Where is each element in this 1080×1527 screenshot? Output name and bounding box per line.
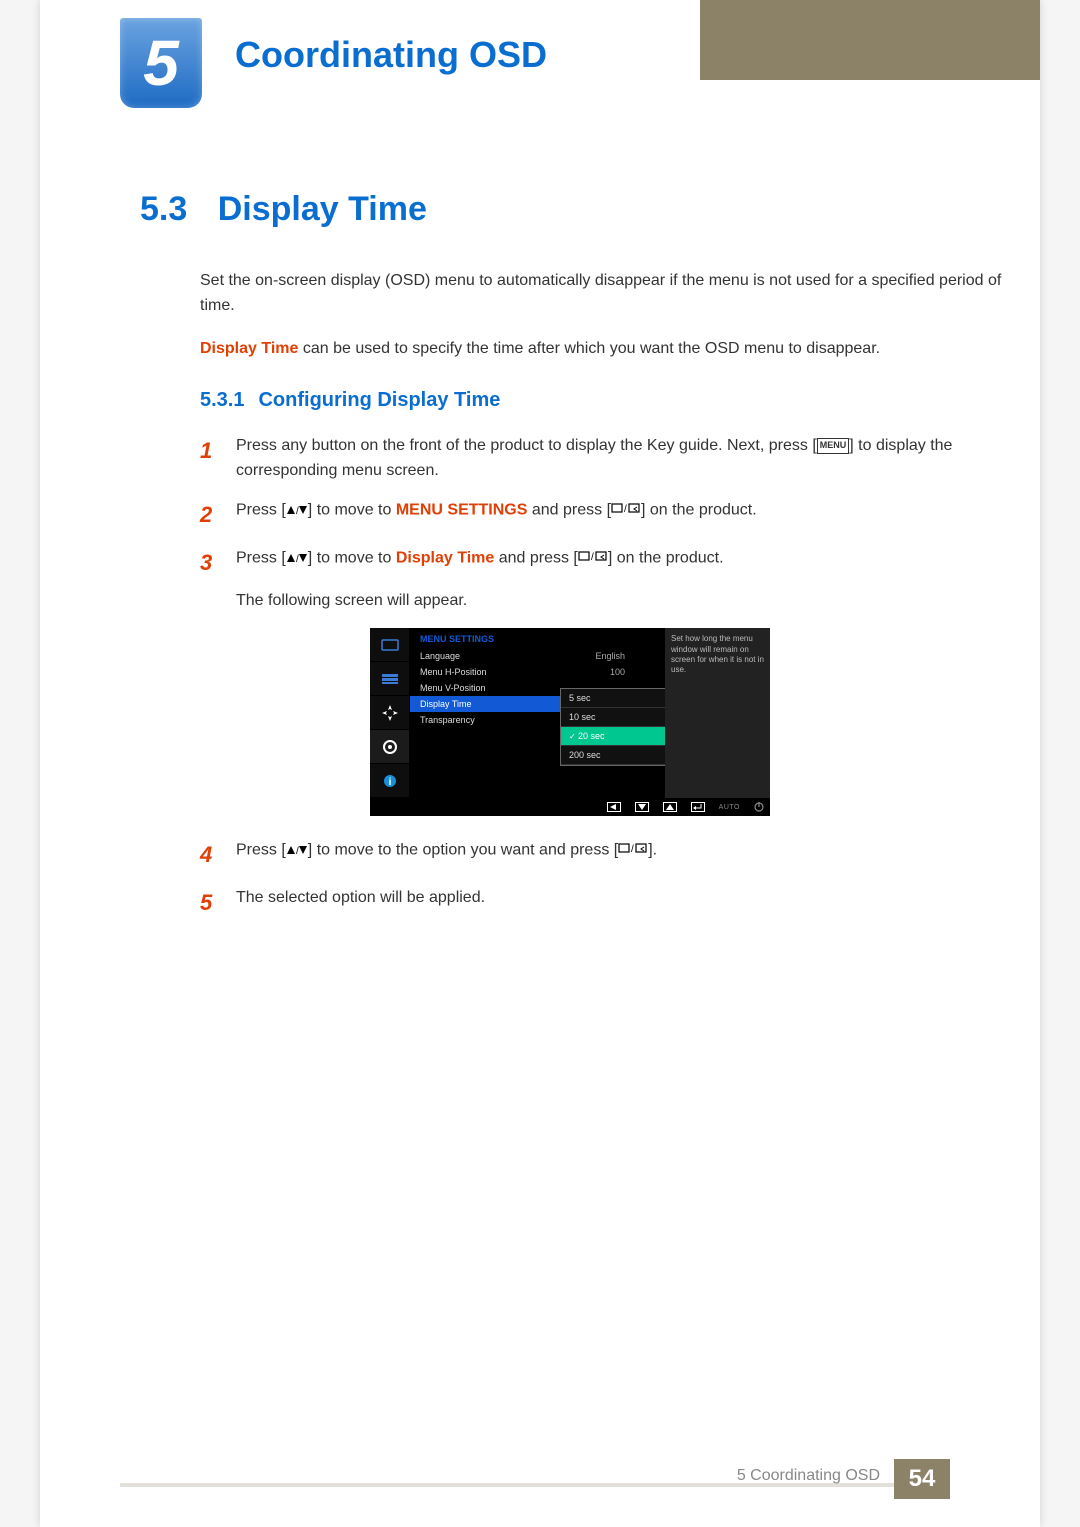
menu-settings-label: MENU SETTINGS bbox=[396, 502, 528, 519]
chapter-tab: 5 bbox=[120, 18, 202, 108]
chapter-title: Coordinating OSD bbox=[235, 34, 547, 76]
size-tab-icon bbox=[370, 696, 409, 730]
page-number: 54 bbox=[894, 1459, 950, 1499]
osd-option-200sec: 200 sec bbox=[561, 746, 669, 765]
osd-option-5sec: 5 sec bbox=[561, 689, 669, 708]
menu-settings-tab-icon bbox=[370, 730, 409, 764]
step-body: Press [/] to move to Display Time and pr… bbox=[236, 546, 1010, 580]
section-heading: 5.3 Display Time bbox=[140, 190, 1010, 229]
auto-label: AUTO bbox=[719, 804, 740, 811]
power-icon bbox=[754, 802, 764, 812]
step-body: Press [/] to move to the option you want… bbox=[236, 838, 1010, 872]
intro-rest: can be used to specify the time after wh… bbox=[298, 340, 880, 357]
section-number: 5.3 bbox=[140, 190, 187, 228]
menu-button-label: MENU bbox=[817, 438, 850, 454]
subsection-title: Configuring Display Time bbox=[258, 389, 500, 411]
osd-submenu: 5 sec 10 sec 20 sec 200 sec bbox=[560, 688, 670, 766]
svg-text:/: / bbox=[591, 552, 594, 562]
osd-row-h-position: Menu H-Position100 bbox=[410, 664, 635, 680]
svg-text:/: / bbox=[624, 504, 627, 514]
down-icon bbox=[635, 802, 649, 812]
info-tab-icon: i bbox=[370, 764, 409, 798]
svg-text:/: / bbox=[296, 506, 299, 516]
svg-text:/: / bbox=[296, 554, 299, 564]
step-5: 5 The selected option will be applied. bbox=[200, 886, 1010, 920]
svg-text:/: / bbox=[631, 844, 634, 854]
step-4: 4 Press [/] to move to the option you wa… bbox=[200, 838, 1010, 872]
osd-screenshot: i MENU SETTINGS LanguageEnglish Menu H-P… bbox=[370, 628, 770, 816]
step-body: The selected option will be applied. bbox=[236, 886, 1010, 920]
step-number: 5 bbox=[200, 886, 236, 920]
osd-sidebar: i bbox=[370, 628, 410, 798]
enter-icon bbox=[691, 802, 705, 812]
subsection-number: 5.3.1 bbox=[200, 389, 244, 411]
svg-text:/: / bbox=[296, 846, 299, 856]
source-enter-icon: / bbox=[578, 546, 608, 571]
osd-help-text: Set how long the menu window will remain… bbox=[665, 628, 770, 798]
intro-paragraph-1: Set the on-screen display (OSD) menu to … bbox=[200, 269, 1010, 319]
section-title: Display Time bbox=[218, 190, 427, 228]
step-number: 2 bbox=[200, 498, 236, 532]
osd-option-20sec: 20 sec bbox=[561, 727, 669, 746]
color-tab-icon bbox=[370, 662, 409, 696]
step-body: Press [/] to move to MENU SETTINGS and p… bbox=[236, 498, 1010, 532]
up-icon bbox=[663, 802, 677, 812]
step-number: 4 bbox=[200, 838, 236, 872]
up-down-icon: / bbox=[286, 498, 308, 523]
step-number: 3 bbox=[200, 546, 236, 580]
header-stripe bbox=[700, 0, 1040, 80]
step-body: Press any button on the front of the pro… bbox=[236, 434, 1010, 484]
osd-button-strip: AUTO bbox=[370, 798, 770, 816]
left-icon bbox=[607, 802, 621, 812]
up-down-icon: / bbox=[286, 838, 308, 863]
footer-chapter-label: 5 Coordinating OSD bbox=[737, 1467, 880, 1485]
intro-highlight: Display Time bbox=[200, 340, 298, 357]
subsection-heading: 5.3.1 Configuring Display Time bbox=[200, 389, 1010, 412]
source-enter-icon: / bbox=[618, 838, 648, 863]
source-enter-icon: / bbox=[611, 498, 641, 523]
step-3: 3 Press [/] to move to Display Time and … bbox=[200, 546, 1010, 580]
step-2: 2 Press [/] to move to MENU SETTINGS and… bbox=[200, 498, 1010, 532]
osd-row-language: LanguageEnglish bbox=[410, 648, 635, 664]
intro-paragraph-2: Display Time can be used to specify the … bbox=[200, 337, 1010, 362]
osd-option-10sec: 10 sec bbox=[561, 708, 669, 727]
step-3-followup: The following screen will appear. bbox=[236, 592, 1010, 610]
osd-menu-title: MENU SETTINGS bbox=[410, 628, 635, 648]
svg-text:i: i bbox=[388, 777, 391, 788]
step-number: 1 bbox=[200, 434, 236, 484]
up-down-icon: / bbox=[286, 546, 308, 571]
picture-tab-icon bbox=[370, 628, 409, 662]
display-time-label: Display Time bbox=[396, 550, 494, 567]
step-1: 1 Press any button on the front of the p… bbox=[200, 434, 1010, 484]
